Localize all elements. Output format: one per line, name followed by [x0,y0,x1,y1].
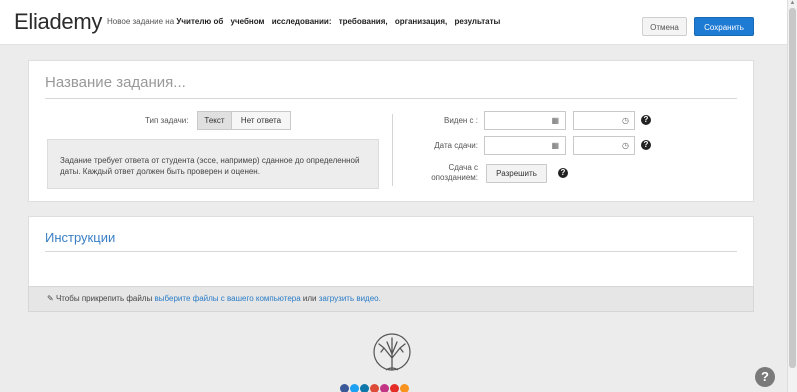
course-title-word: учебном [230,17,265,26]
course-title-word: требования, [338,17,388,26]
late-submission-label: Сдача с опозданием: [420,163,478,183]
course-title-word: результаты [454,17,501,26]
attach-prefix: Чтобы прикрепить файлы [55,294,153,303]
tree-logo-icon [373,333,411,371]
linkedin-icon[interactable] [360,384,369,392]
calendar-icon[interactable]: ▦ [551,136,559,155]
due-date-input[interactable]: ▦ [484,136,566,155]
scrollbar-thumb[interactable] [789,8,796,368]
course-title-word: организация, [394,17,448,26]
clock-icon[interactable]: ◷ [622,111,629,130]
googleplus-icon[interactable] [370,384,379,392]
allow-late-button[interactable]: Разрешить [486,164,547,183]
upload-video-link[interactable]: загрузить видео. [319,294,381,303]
task-type-no-answer-option[interactable]: Нет ответа [231,111,291,130]
task-title-input[interactable]: Название задания... [45,74,186,91]
paperclip-icon: ✎ [47,294,54,303]
instagram-icon[interactable] [380,384,389,392]
eliademy-logo[interactable]: Eliademy [14,9,102,35]
instructions-underline [45,251,737,252]
header-title-prefix: Новое задание на [107,17,175,26]
visible-from-time-input[interactable]: ◷ [573,111,635,130]
visible-from-date-input[interactable]: ▦ [484,111,566,130]
visible-from-label: Виден с : [443,116,478,125]
help-icon[interactable]: ? [641,115,651,125]
social-links [340,380,410,392]
scroll-up-arrow-icon[interactable]: ▲ [788,0,797,7]
help-icon[interactable]: ? [641,140,651,150]
calendar-icon[interactable]: ▦ [551,111,559,130]
top-bar: Eliademy Новое задание на Учителю об уче… [0,0,787,45]
vertical-divider [392,114,393,186]
choose-files-link[interactable]: выберите файлы с вашего компьютера [155,294,301,303]
page-header-title: Новое задание на Учителю об учебном иссл… [107,17,500,26]
task-type-text-option[interactable]: Текст [197,111,232,130]
attach-or: или [302,294,317,303]
course-title-word: Учителю [176,17,212,26]
course-title-word: исследовании: [271,17,332,26]
task-title-underline [45,98,737,99]
clock-icon[interactable]: ◷ [622,136,629,155]
facebook-icon[interactable] [340,384,349,392]
help-icon[interactable]: ? [558,168,568,178]
due-time-input[interactable]: ◷ [573,136,635,155]
late-label-line: Сдача с [448,163,478,172]
save-button[interactable]: Сохранить [694,17,754,36]
late-label-line: опозданием: [431,173,478,182]
cancel-button[interactable]: Отмена [642,17,687,36]
twitter-icon[interactable] [350,384,359,392]
attachment-text: ✎ Чтобы прикрепить файлы выберите файлы … [47,294,381,303]
task-type-label: Тип задачи: [145,116,189,125]
course-title-word: об [213,17,224,26]
rss-icon[interactable] [400,384,409,392]
youtube-icon[interactable] [390,384,399,392]
task-type-description: Задание требует ответа от студента (эссе… [47,139,379,189]
floating-help-button[interactable]: ? [755,367,775,387]
scrollbar[interactable]: ▲ [787,0,797,392]
due-date-label: Дата сдачи: [434,141,478,150]
instructions-title: Инструкции [45,230,116,245]
